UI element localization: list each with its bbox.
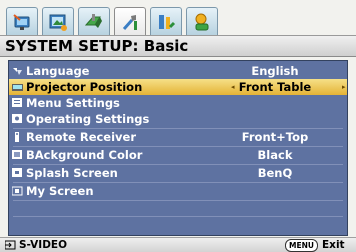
information-icon bbox=[195, 13, 209, 31]
page-title: SYSTEM SETUP: Basic bbox=[5, 37, 189, 55]
menu-item-background-color[interactable]: BAckground Color Black bbox=[9, 147, 347, 163]
input-source-label: S-VIDEO bbox=[19, 239, 68, 251]
projector-icon bbox=[12, 84, 23, 91]
menu-item-label: Language bbox=[26, 64, 90, 78]
system-setup-advanced-tab[interactable] bbox=[150, 7, 182, 35]
language-icon bbox=[13, 68, 22, 75]
remote-receiver-icon bbox=[15, 132, 19, 142]
menu-item-value: Front Table bbox=[238, 80, 312, 94]
menu-item-language[interactable]: Language English bbox=[9, 63, 347, 79]
menu-button-icon[interactable]: MENU bbox=[285, 239, 318, 252]
menu-item-value: Black bbox=[257, 148, 293, 162]
menu-item-label: Splash Screen bbox=[26, 166, 118, 180]
menu-item-value: English bbox=[251, 64, 299, 78]
menu-item-value: Front+Top bbox=[241, 130, 309, 144]
system-setup-basic-tab[interactable] bbox=[114, 7, 146, 36]
my-screen-icon bbox=[12, 186, 23, 196]
menu-item-value: BenQ bbox=[257, 166, 293, 180]
menu-panel: Language English Projector Position ◂ Fr… bbox=[8, 60, 348, 236]
menu-item-label: BAckground Color bbox=[26, 148, 143, 162]
projector-osd: SYSTEM SETUP: Basic Language English Pro… bbox=[0, 0, 356, 252]
display-tab[interactable] bbox=[6, 7, 38, 35]
information-tab[interactable] bbox=[186, 7, 218, 35]
divider bbox=[13, 200, 343, 201]
menu-item-label: Menu Settings bbox=[26, 96, 120, 110]
right-arrow-icon[interactable]: ▸ bbox=[342, 79, 346, 95]
splash-screen-icon bbox=[12, 168, 22, 177]
menu-item-remote-receiver[interactable]: Remote Receiver Front+Top bbox=[9, 129, 347, 145]
menu-item-splash-screen[interactable]: Splash Screen BenQ bbox=[9, 165, 347, 181]
menu-item-operating-settings[interactable]: Operating Settings bbox=[9, 111, 347, 127]
background-color-icon bbox=[12, 150, 22, 159]
source-icon bbox=[84, 14, 102, 28]
monitor-icon bbox=[13, 14, 30, 30]
input-source-icon bbox=[5, 240, 16, 250]
menu-item-label: My Screen bbox=[26, 184, 94, 198]
menu-item-my-screen[interactable]: My Screen bbox=[9, 183, 347, 199]
divider bbox=[13, 216, 343, 217]
menu-item-label: Projector Position bbox=[26, 80, 143, 94]
menu-item-label: Operating Settings bbox=[26, 112, 150, 126]
operating-settings-icon bbox=[12, 114, 22, 123]
menu-settings-icon bbox=[12, 98, 22, 107]
title-bar: SYSTEM SETUP: Basic bbox=[0, 35, 356, 57]
source-tab[interactable] bbox=[78, 7, 110, 35]
tools-icon bbox=[122, 15, 137, 30]
advanced-tools-icon bbox=[159, 15, 176, 29]
menu-item-label: Remote Receiver bbox=[26, 130, 137, 144]
exit-label[interactable]: Exit bbox=[322, 238, 345, 252]
menu-item-menu-settings[interactable]: Menu Settings bbox=[9, 95, 347, 111]
picture-icon bbox=[49, 14, 67, 31]
menu-item-projector-position[interactable]: Projector Position ◂ Front Table ▸ bbox=[9, 79, 347, 95]
picture-tab[interactable] bbox=[42, 7, 74, 35]
footer-bar: S-VIDEO MENU Exit bbox=[0, 237, 356, 252]
